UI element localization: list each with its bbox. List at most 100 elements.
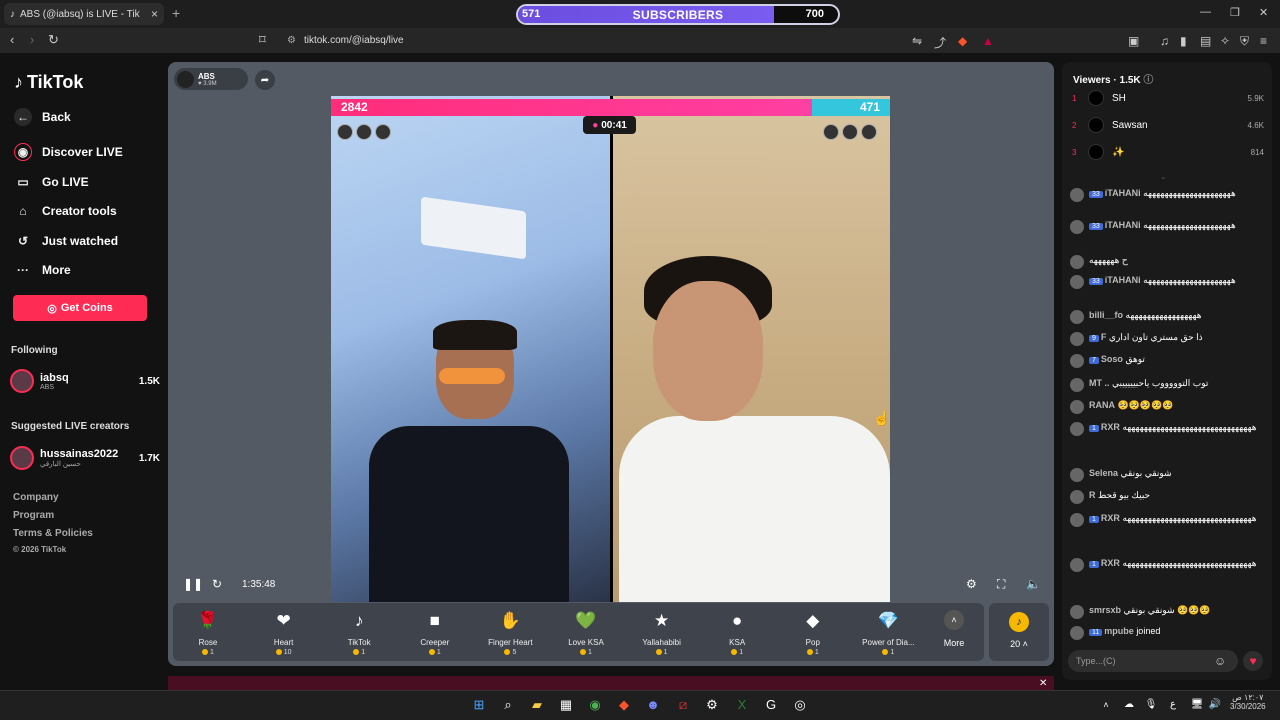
chat-message[interactable]: 33 iTAHANi هههههههههههههههههههههه	[1070, 220, 1262, 234]
file-explorer-icon[interactable]: ▰	[528, 696, 546, 714]
chat-message[interactable]: MT .. توب التوووووب ياحبيييييبي	[1070, 378, 1262, 392]
emoji-icon[interactable]: ☺	[1214, 654, 1226, 668]
chat-message[interactable]: 1 RXR هههههههههههههههههههههههههههههههه	[1070, 558, 1262, 572]
gift-item[interactable]: ● KSA 1	[707, 610, 767, 656]
leo-ai-icon[interactable]: ✧	[1220, 34, 1230, 48]
site-settings-icon[interactable]: ⚙	[287, 35, 296, 46]
pause-icon[interactable]: ❚❚	[183, 577, 203, 591]
gift-item[interactable]: 💚 Love KSA 1	[556, 610, 616, 656]
app-icon[interactable]: ⧄	[674, 696, 692, 714]
settings-icon[interactable]: ⚙	[966, 577, 977, 591]
chat-message[interactable]: 1 RXR هههههههههههههههههههههههههههههههه	[1070, 422, 1262, 436]
brave-shields-icon[interactable]: ◆	[958, 34, 967, 48]
forward-arrow-icon[interactable]: ›	[30, 32, 34, 47]
chat-message[interactable]: 7 Soso توهق	[1070, 354, 1262, 368]
language-icon[interactable]: ع	[1164, 696, 1182, 714]
following-item[interactable]: iabsq ABS 1.5K	[10, 369, 160, 393]
app-g-icon[interactable]: G	[762, 696, 780, 714]
coin-balance[interactable]: ♪ 20 ˄	[989, 603, 1049, 661]
chat-message[interactable]: Selena شونقي بونقي	[1070, 468, 1262, 482]
footer-terms[interactable]: Terms & Policies	[13, 528, 93, 539]
url-field[interactable]: ⚙ tiktok.com/@iabsq/live	[277, 31, 997, 50]
brave-icon[interactable]: ◆	[615, 696, 633, 714]
footer-company[interactable]: Company	[13, 492, 59, 503]
mic-icon[interactable]: 🎙	[1142, 696, 1160, 714]
info-icon[interactable]: ⓘ	[1143, 75, 1153, 86]
search-icon[interactable]: ⌕	[499, 696, 517, 714]
nav-creator-tools[interactable]: ⌂ Creator tools	[14, 202, 116, 220]
cloud-icon[interactable]: ☁	[1120, 696, 1138, 714]
chat-message[interactable]: ح ههههههه	[1070, 255, 1262, 269]
top-viewer-row[interactable]: 1 SH 5.9K	[1072, 90, 1264, 106]
refresh-stream-icon[interactable]: ↻	[212, 577, 222, 591]
gift-item[interactable]: ❤ Heart 10	[254, 610, 314, 656]
back-arrow-icon[interactable]: ‹	[10, 32, 14, 47]
volume-icon[interactable]: 🔈	[1026, 577, 1041, 591]
chat-message[interactable]: smrsxb شونقي بونقي 🥺🥺🥺	[1070, 605, 1262, 619]
chat-input[interactable]: Type...(C)	[1068, 650, 1238, 672]
close-banner-icon[interactable]: ✕	[1039, 678, 1047, 689]
nav-go-live[interactable]: ▭ Go LIVE	[14, 173, 88, 191]
volume-tray-icon[interactable]: 🔊	[1206, 696, 1224, 714]
bookmark-icon[interactable]: ⌑	[259, 32, 266, 48]
translate-icon[interactable]: ⇋	[912, 34, 922, 48]
chat-message[interactable]: 9F ذا حق مستري تاون اداري	[1070, 332, 1262, 346]
reload-icon[interactable]: ↻	[48, 32, 59, 48]
nav-just-watched[interactable]: ↺ Just watched	[14, 232, 118, 250]
network-icon[interactable]: 🖥	[1188, 696, 1206, 714]
video-player[interactable]	[331, 96, 890, 602]
chat-message[interactable]: billi__fo هههههههههههههههههه	[1070, 310, 1262, 324]
chrome-icon[interactable]: ◉	[586, 696, 604, 714]
wallet-icon[interactable]: ▤	[1200, 34, 1211, 48]
top-viewer-row[interactable]: 3 ✨ 814	[1072, 144, 1264, 160]
media-icon[interactable]: ♫	[1160, 34, 1169, 48]
windows-start-icon[interactable]: ⊞	[470, 696, 488, 714]
chat-message[interactable]: RANA 🥺🥺🥺🥺🥺	[1070, 400, 1262, 414]
discord-icon[interactable]: ☻	[644, 696, 662, 714]
menu-icon[interactable]: ≡	[1260, 34, 1267, 48]
host-pill[interactable]: ABS ♥ 3.9M	[174, 68, 248, 90]
nav-discover-live[interactable]: ◉ Discover LIVE	[14, 143, 123, 161]
tiktok-logo[interactable]: ♪ TikTok	[14, 72, 83, 93]
like-button[interactable]: ♥	[1243, 651, 1263, 671]
top-viewer-row[interactable]: 2 Sawsan 4.6K	[1072, 117, 1264, 133]
tray-chevron-icon[interactable]: ˄	[1097, 696, 1115, 714]
gift-item[interactable]: ◆ Pop 1	[783, 610, 843, 656]
share-button[interactable]: ➦	[255, 70, 275, 90]
screenshot-icon[interactable]: ▣	[1128, 34, 1139, 48]
share-page-icon[interactable]: ⤴	[934, 34, 946, 51]
footer-program[interactable]: Program	[13, 510, 54, 521]
suggested-item[interactable]: hussainas2022 حسين البارقي 1.7K	[10, 446, 160, 470]
rewards-icon[interactable]: ▲	[982, 34, 994, 48]
new-tab-button[interactable]: +	[172, 5, 180, 21]
vpn-icon[interactable]: ⛨	[1240, 34, 1249, 49]
maximize-icon[interactable]: ❐	[1230, 6, 1240, 19]
obs-icon[interactable]: ◎	[791, 696, 809, 714]
nav-more[interactable]: ··· More	[14, 261, 71, 279]
browser-tab[interactable]: ♪ ABS (@iabsq) is LIVE - TikTok ×	[4, 3, 164, 25]
gift-item[interactable]: ■ Creeper 1	[405, 610, 465, 656]
chat-message[interactable]: 11 mpube joined	[1070, 626, 1262, 640]
get-coins-button[interactable]: ◎ Get Coins	[13, 295, 147, 321]
sidebar-toggle-icon[interactable]: ▮	[1180, 34, 1187, 48]
fullscreen-icon[interactable]: ⛶	[997, 577, 1005, 592]
close-window-icon[interactable]: ✕	[1259, 6, 1268, 19]
steam-icon[interactable]: ⚙	[703, 696, 721, 714]
back-link[interactable]: ← Back	[14, 108, 71, 126]
chat-message[interactable]: R حبيك بيو قحط	[1070, 490, 1262, 504]
system-clock[interactable]: ١٢:٠٧ ص 3/30/2026	[1230, 693, 1266, 711]
divider-chevron-icon[interactable]: ⌄	[1160, 172, 1167, 181]
more-gifts-button[interactable]: ˄ More	[938, 610, 970, 648]
gift-item[interactable]: ✋ Finger Heart 5	[480, 610, 540, 656]
close-tab-icon[interactable]: ×	[151, 7, 158, 21]
gift-item[interactable]: ★ Yallahabibi 1	[632, 610, 692, 656]
excel-icon[interactable]: X	[733, 696, 751, 714]
chat-message[interactable]: 1 RXR هههههههههههههههههههههههههههههههه	[1070, 513, 1262, 527]
gift-item[interactable]: ♪ TikTok 1	[329, 610, 389, 656]
minimize-icon[interactable]: —	[1200, 6, 1211, 18]
chat-message[interactable]: 33 iTAHANi هههههههههههههههههههههه	[1070, 188, 1262, 202]
gift-item[interactable]: 💎 Power of Dia... 1	[858, 610, 918, 656]
store-icon[interactable]: ▦	[557, 696, 575, 714]
gift-item[interactable]: 🌹 Rose 1	[178, 610, 238, 656]
chat-message[interactable]: 33 iTAHANi هههههههههههههههههههههه	[1070, 275, 1262, 289]
